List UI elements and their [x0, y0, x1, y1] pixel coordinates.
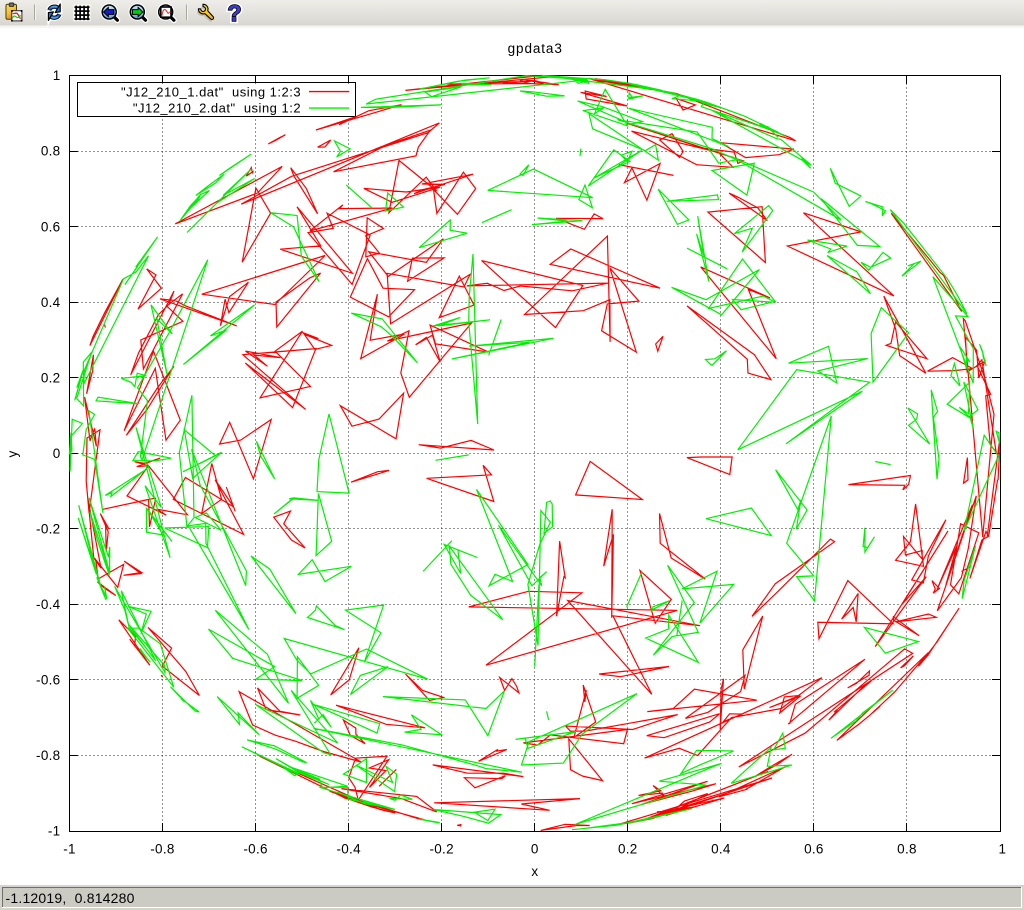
- svg-text:"J12_210_1.dat" using 1:2:3: "J12_210_1.dat" using 1:2:3: [121, 84, 301, 99]
- svg-text:0.6: 0.6: [41, 219, 61, 234]
- svg-text:0.4: 0.4: [41, 295, 61, 310]
- svg-text:y: y: [5, 450, 20, 457]
- svg-text:0: 0: [53, 446, 61, 461]
- svg-text:-1.12019, 0.814280: -1.12019, 0.814280: [6, 890, 135, 906]
- svg-text:1: 1: [998, 842, 1006, 857]
- svg-text:-0.4: -0.4: [36, 597, 61, 612]
- svg-text:0.8: 0.8: [897, 842, 917, 857]
- svg-text:0.2: 0.2: [618, 842, 638, 857]
- svg-text:0.2: 0.2: [41, 370, 61, 385]
- svg-text:-1: -1: [63, 842, 76, 857]
- svg-text:gpdata3: gpdata3: [508, 41, 563, 56]
- svg-text:0.8: 0.8: [41, 144, 61, 159]
- svg-text:-0.8: -0.8: [150, 842, 174, 857]
- svg-text:-0.2: -0.2: [429, 842, 453, 857]
- svg-text:x: x: [531, 864, 538, 879]
- svg-text:-1: -1: [48, 824, 61, 839]
- svg-text:-0.6: -0.6: [243, 842, 267, 857]
- svg-text:"J12_210_2.dat" using 1:2: "J12_210_2.dat" using 1:2: [133, 101, 301, 116]
- svg-text:?: ?: [228, 0, 242, 26]
- svg-text:1: 1: [53, 68, 61, 83]
- svg-text:0.4: 0.4: [711, 842, 731, 857]
- svg-text:-0.6: -0.6: [36, 673, 60, 688]
- svg-text:-0.8: -0.8: [36, 748, 60, 763]
- svg-text:-0.4: -0.4: [336, 842, 361, 857]
- svg-text:-0.2: -0.2: [36, 522, 60, 537]
- svg-text:0.6: 0.6: [804, 842, 824, 857]
- svg-text:0: 0: [531, 842, 539, 857]
